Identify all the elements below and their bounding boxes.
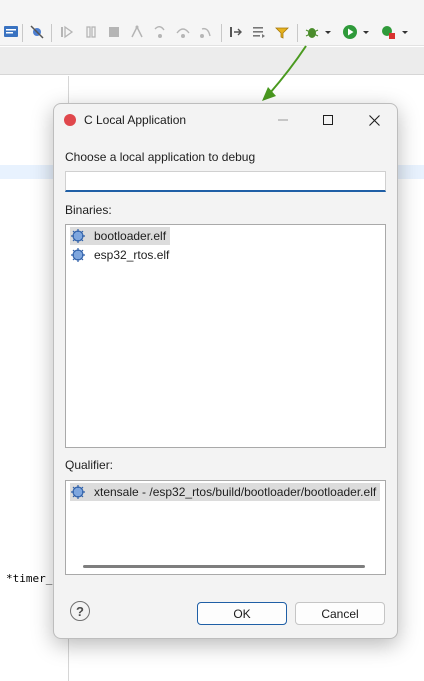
close-button[interactable] xyxy=(351,104,397,136)
executable-icon xyxy=(71,248,85,262)
dialog-titlebar[interactable]: C Local Application xyxy=(54,104,397,136)
help-icon[interactable]: ? xyxy=(70,601,90,621)
list-item[interactable]: bootloader.elf xyxy=(70,227,171,245)
close-icon xyxy=(368,114,380,126)
list-item[interactable]: xtensale - /esp32_rtos/build/bootloader/… xyxy=(70,483,381,501)
maximize-icon xyxy=(323,115,333,125)
code-fragment: *timer_ xyxy=(6,572,53,585)
maximize-button[interactable] xyxy=(305,104,351,136)
qualifier-path: xtensale - /esp32_rtos/build/bootloader/… xyxy=(94,485,377,499)
executable-icon xyxy=(71,229,85,243)
ok-button[interactable]: OK xyxy=(197,602,287,625)
list-item[interactable]: esp32_rtos.elf xyxy=(70,246,173,264)
local-application-dialog: C Local Application Choose a local appli… xyxy=(53,103,398,639)
cancel-button[interactable]: Cancel xyxy=(295,602,385,625)
horizontal-scrollbar[interactable] xyxy=(83,565,365,568)
minimize-button[interactable] xyxy=(260,104,306,136)
qualifier-label: Qualifier: xyxy=(65,458,114,472)
dialog-title: C Local Application xyxy=(84,113,187,127)
minimize-icon xyxy=(278,119,288,121)
binary-name: bootloader.elf xyxy=(94,229,167,243)
arrow-annotation xyxy=(262,45,307,101)
binaries-list[interactable]: bootloader.elf esp32_rtos.elf xyxy=(65,224,386,448)
qualifier-list[interactable]: xtensale - /esp32_rtos/build/bootloader/… xyxy=(65,480,386,575)
debug-app-icon xyxy=(64,114,76,126)
binaries-label: Binaries: xyxy=(65,203,112,217)
binary-name: esp32_rtos.elf xyxy=(94,248,170,262)
dialog-prompt: Choose a local application to debug xyxy=(65,150,256,164)
filter-input[interactable] xyxy=(65,171,386,192)
executable-icon xyxy=(71,485,85,499)
